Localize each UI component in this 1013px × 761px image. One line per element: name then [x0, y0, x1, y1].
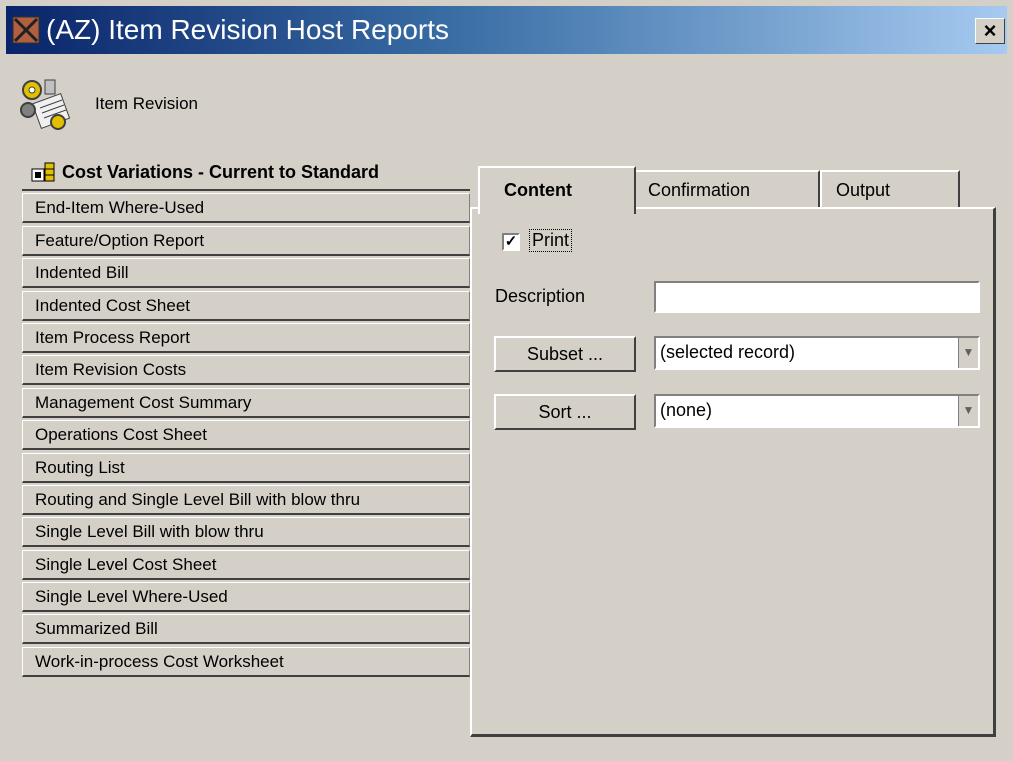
report-type-icon	[31, 162, 55, 182]
description-field[interactable]	[654, 281, 980, 313]
window-title: (AZ) Item Revision Host Reports	[46, 14, 449, 45]
report-item-single-level-where-used[interactable]: Single Level Where-Used	[22, 582, 470, 613]
subset-value: (selected record)	[660, 342, 796, 362]
report-item-feature-option-report[interactable]: Feature/Option Report	[22, 225, 470, 256]
report-app-icon	[12, 16, 40, 44]
sort-button[interactable]: Sort ...	[494, 394, 636, 430]
report-item-item-revision-costs[interactable]: Item Revision Costs	[22, 355, 470, 386]
report-item-single-level-cost-sheet[interactable]: Single Level Cost Sheet	[22, 549, 470, 580]
report-item-wip-cost-worksheet[interactable]: Work-in-process Cost Worksheet	[22, 646, 470, 677]
report-item-item-process-report[interactable]: Item Process Report	[22, 322, 470, 353]
tab-strip: Content Confirmation Output	[470, 160, 1000, 214]
chevron-down-icon[interactable]: ▼	[958, 396, 978, 426]
print-checkbox[interactable]: ✓	[502, 233, 520, 251]
report-selected-label: Cost Variations - Current to Standard	[62, 162, 380, 182]
report-item-routing-list[interactable]: Routing List	[22, 452, 470, 483]
print-label[interactable]: Print	[529, 229, 573, 252]
sort-dropdown[interactable]: (none) ▼	[654, 394, 980, 428]
description-label: Description	[495, 286, 586, 306]
report-item-indented-cost-sheet[interactable]: Indented Cost Sheet	[22, 290, 470, 321]
close-button[interactable]: ×	[975, 18, 1005, 44]
subset-dropdown[interactable]: (selected record) ▼	[654, 336, 980, 370]
chevron-down-icon[interactable]: ▼	[958, 338, 978, 368]
report-item-end-item-where-used[interactable]: End-Item Where-Used	[22, 193, 470, 224]
report-item-management-cost-summary[interactable]: Management Cost Summary	[22, 387, 470, 418]
title-bar: (AZ) Item Revision Host Reports ×	[6, 6, 1007, 54]
report-item-indented-bill[interactable]: Indented Bill	[22, 258, 470, 289]
tab-output[interactable]: Output	[820, 170, 960, 210]
report-item-selected[interactable]: Cost Variations - Current to Standard	[22, 155, 470, 191]
module-label: Item Revision	[95, 94, 198, 113]
sort-value: (none)	[660, 400, 713, 420]
report-list: Cost Variations - Current to Standard En…	[22, 155, 470, 679]
gears-document-icon	[20, 79, 71, 130]
report-item-single-level-bill[interactable]: Single Level Bill with blow thru	[22, 517, 470, 548]
tab-confirmation[interactable]: Confirmation	[632, 170, 820, 210]
subset-button[interactable]: Subset ...	[494, 336, 636, 372]
report-item-routing-single-level-bill[interactable]: Routing and Single Level Bill with blow …	[22, 484, 470, 515]
report-item-summarized-bill[interactable]: Summarized Bill	[22, 614, 470, 645]
tab-content[interactable]: Content	[478, 166, 636, 214]
report-item-operations-cost-sheet[interactable]: Operations Cost Sheet	[22, 420, 470, 451]
